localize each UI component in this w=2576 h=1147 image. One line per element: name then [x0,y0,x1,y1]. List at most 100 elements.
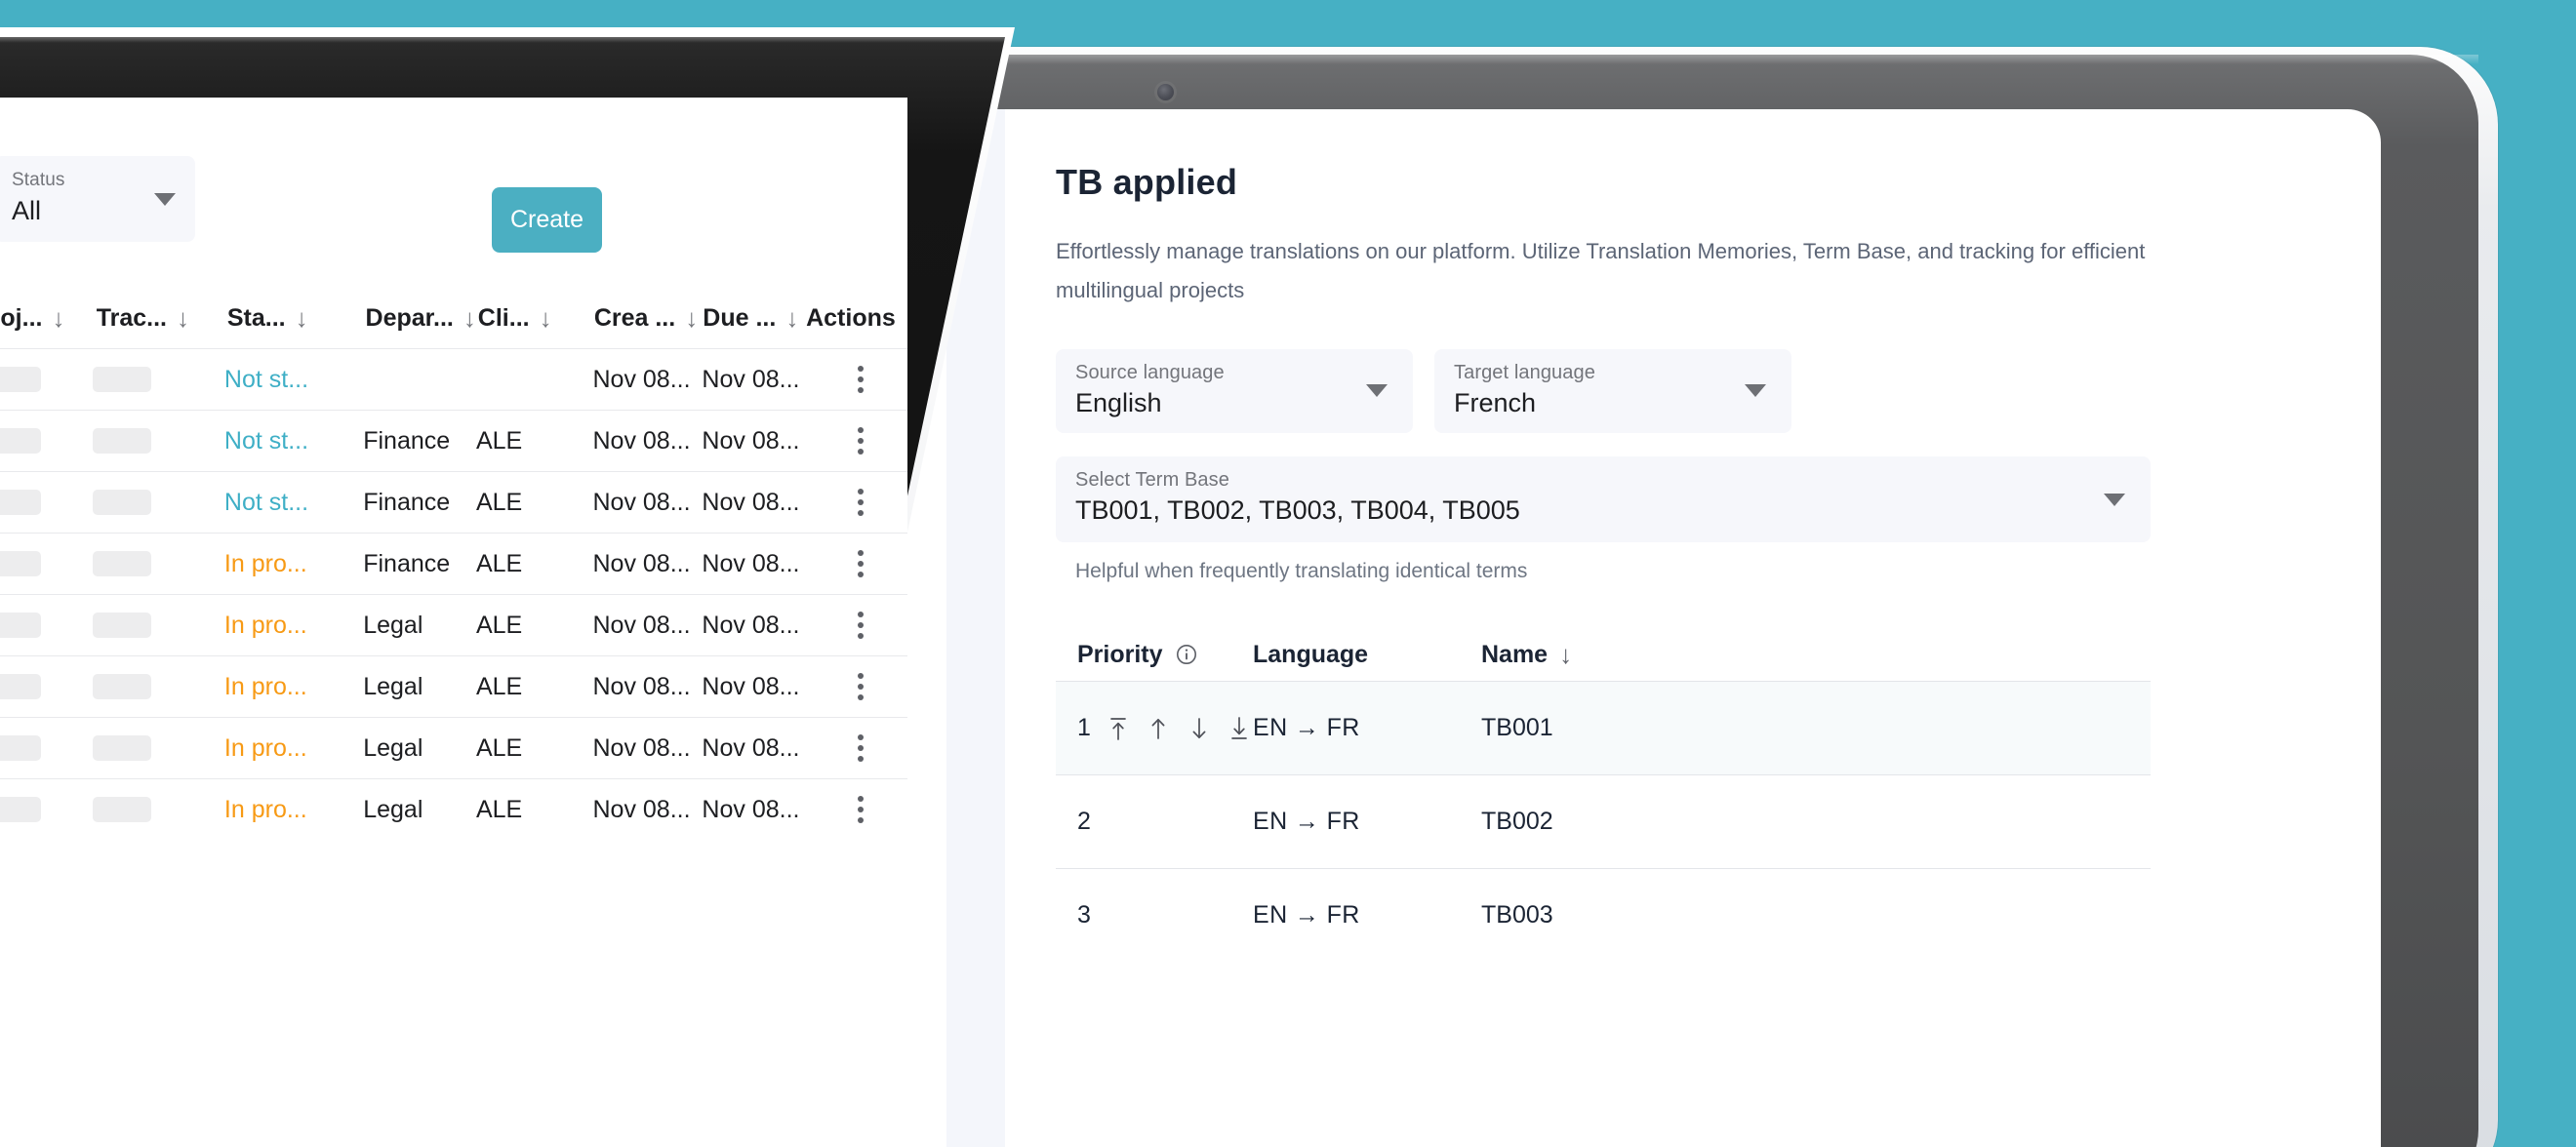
table-header-row: Priority Language Name [1056,628,2151,681]
priority-value: 1 [1077,714,1091,742]
loading-placeholder [0,551,41,576]
chevron-down-icon[interactable] [1745,384,1766,397]
cell-actions[interactable] [806,427,907,455]
source-language-value: English [1075,385,1397,420]
projects-list-app: Status All Create Name↓Proj...↓Trac...↓S… [0,98,907,1147]
status-filter-select[interactable]: Status All [0,156,195,242]
priority-value: 3 [1077,901,1091,929]
status-badge: In pro... [224,673,307,701]
column-header-sta-label: Sta... [227,304,286,333]
cell-department: Legal [363,612,476,640]
move-down-icon[interactable] [1186,713,1213,744]
kebab-menu-icon[interactable] [806,796,907,823]
cell-due: Nov 08... [702,427,805,455]
create-button[interactable]: Create [492,187,602,253]
chevron-down-icon[interactable] [1366,384,1388,397]
cell-actions[interactable] [806,734,907,762]
chevron-down-icon[interactable] [154,193,176,206]
due-date: Nov 08... [702,550,799,578]
move-up-icon[interactable] [1146,713,1173,744]
term-base-select[interactable]: Select Term Base TB001, TB002, TB003, TB… [1056,456,2151,542]
kebab-menu-icon[interactable] [806,612,907,639]
kebab-menu-icon[interactable] [806,366,907,393]
table-row[interactable]: 2EN → FRTB002 [1056,774,2151,868]
column-header-language[interactable]: Language [1253,641,1481,669]
info-icon[interactable] [1175,643,1198,666]
status-badge: In pro... [224,550,307,578]
kebab-menu-icon[interactable] [806,489,907,516]
source-language-select[interactable]: Source language English [1056,349,1413,433]
column-header-act[interactable]: Actions [806,304,907,333]
table-row[interactable]: Not st...Nov 08...Nov 08... [0,348,907,410]
column-header-name[interactable]: Name ↓ [1481,640,1774,670]
column-header-depar[interactable]: Depar...↓ [366,303,478,334]
priority-value: 2 [1077,808,1091,836]
due-date: Nov 08... [702,489,799,517]
cell-due: Nov 08... [702,366,805,394]
table-row[interactable]: In pro...LegalALENov 08...Nov 08... [0,717,907,778]
projects-table: Name↓Proj...↓Trac...↓Sta...↓Depar...↓Cli… [0,288,907,840]
cell-actions[interactable] [806,366,907,393]
table-row[interactable]: Not st...FinanceALENov 08...Nov 08... [0,471,907,533]
cell-actions[interactable] [806,796,907,823]
sort-descending-icon[interactable]: ↓ [1559,640,1572,670]
loading-placeholder [0,674,41,699]
loading-placeholder [93,797,151,822]
loading-placeholder [0,613,41,638]
kebab-menu-icon[interactable] [806,673,907,700]
tablet-camera-icon [1157,84,1174,100]
sort-descending-icon[interactable]: ↓ [540,303,552,334]
language-pair-value: EN → FR [1253,714,1360,742]
kebab-menu-icon[interactable] [806,734,907,762]
cell-actions[interactable] [806,489,907,516]
sort-descending-icon[interactable]: ↓ [685,303,698,334]
projects-table-body: Not st...Nov 08...Nov 08...Not st...Fina… [0,348,907,840]
cell-client: ALE [476,796,593,824]
column-header-proj[interactable]: Proj... ↓ [0,303,97,334]
client-value: ALE [476,427,522,455]
column-header-proj-label: Proj... [0,304,42,333]
cell-priority: 2 [1056,808,1253,836]
column-header-crea[interactable]: Crea ...↓ [594,303,703,334]
cell-actions[interactable] [806,673,907,700]
table-row[interactable]: In pro...LegalALENov 08...Nov 08... [0,778,907,840]
table-row[interactable]: Not st...FinanceALENov 08...Nov 08... [0,410,907,471]
target-language-select[interactable]: Target language French [1434,349,1791,433]
client-value: ALE [476,796,522,824]
cell-created: Nov 08... [592,550,702,578]
cell-name: TB001 [1481,714,1774,742]
status-badge: Not st... [224,427,308,455]
cell-actions[interactable] [806,612,907,639]
cell-priority: 1 [1056,713,1253,744]
table-row[interactable]: 3EN → FRTB003 [1056,868,2151,962]
department-value: Legal [363,612,423,640]
column-header-trac[interactable]: Trac...↓ [97,303,227,334]
column-header-due[interactable]: Due ...↓ [703,303,806,334]
loading-placeholder [0,428,41,454]
chevron-down-icon[interactable] [2104,494,2125,506]
sort-descending-icon[interactable]: ↓ [785,303,798,334]
sort-descending-icon[interactable]: ↓ [296,303,308,334]
sort-descending-icon[interactable]: ↓ [463,303,476,334]
sort-descending-icon[interactable]: ↓ [52,303,64,334]
table-row[interactable]: 1 EN → FR TB001 [1056,681,2151,774]
client-value: ALE [476,612,522,640]
cell-created: Nov 08... [592,673,702,701]
table-row[interactable]: In pro...FinanceALENov 08...Nov 08... [0,533,907,594]
department-value: Legal [363,796,423,824]
target-language-label: Target language [1454,362,1776,383]
status-badge: In pro... [224,612,307,640]
move-to-top-icon[interactable] [1105,713,1132,744]
table-row[interactable]: In pro...LegalALENov 08...Nov 08... [0,655,907,717]
move-to-bottom-icon[interactable] [1227,713,1254,744]
kebab-menu-icon[interactable] [806,550,907,577]
sort-descending-icon[interactable]: ↓ [177,303,189,334]
column-header-priority[interactable]: Priority [1056,641,1253,669]
column-header-sta[interactable]: Sta... ↓ [227,303,366,334]
client-value: ALE [476,673,522,701]
kebab-menu-icon[interactable] [806,427,907,455]
cell-actions[interactable] [806,550,907,577]
table-row[interactable]: In pro...LegalALENov 08...Nov 08... [0,594,907,655]
cell-client: ALE [476,489,593,517]
column-header-cli[interactable]: Cli...↓ [478,303,594,334]
